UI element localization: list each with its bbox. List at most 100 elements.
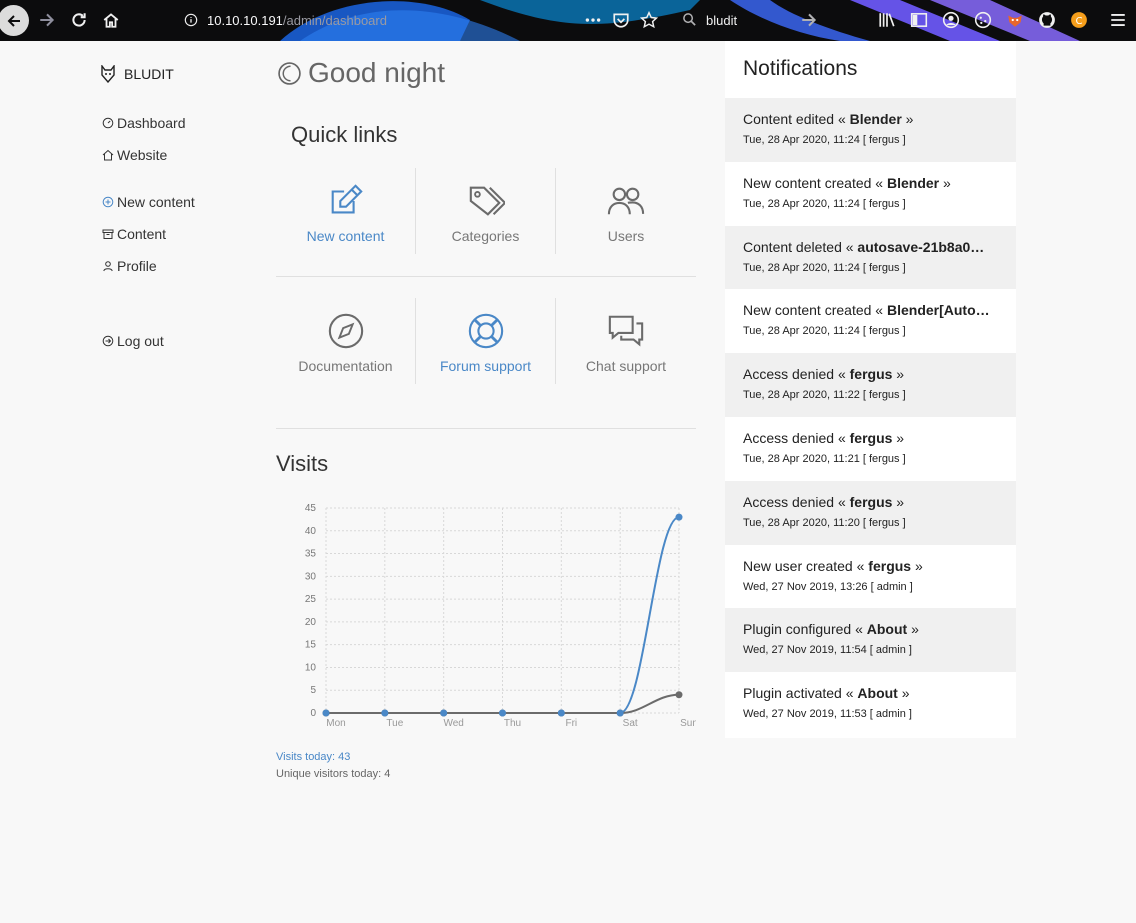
logout-icon [102, 335, 114, 347]
notification-meta: Tue, 28 Apr 2020, 11:22 [ fergus ] [743, 389, 906, 402]
library-icon [879, 13, 895, 27]
notification-suffix: » [901, 111, 914, 127]
search-icon [683, 13, 696, 26]
arrow-left-icon [7, 14, 20, 27]
notification-item: Content deleted « autosave-21b8a0… Tue, 2… [725, 225, 1016, 290]
github-icon [1039, 12, 1055, 28]
sidebar-icon [910, 13, 928, 27]
arrow-right-icon [802, 13, 817, 27]
notification-item: Plugin configured « About » Wed, 27 Nov 2… [725, 608, 1016, 673]
notification-text: Access denied « fergus » [743, 494, 998, 510]
notification-meta: Wed, 27 Nov 2019, 13:26 [ admin ] [743, 580, 913, 593]
notification-suffix: » [939, 174, 951, 191]
info-icon [184, 13, 198, 27]
chat-icon [608, 315, 644, 347]
unique-visitors-today: Unique visitors today: 4 [276, 768, 391, 780]
sidebar-item-label: Log out [117, 333, 164, 349]
star-icon [640, 11, 658, 29]
quick-link-label: Forum support [439, 358, 532, 374]
notification-prefix: New content created « [743, 302, 887, 319]
notifications-list: Content edited « Blender » Tue, 28 Apr 20… [725, 98, 1016, 736]
sidebar-item-label: Content [117, 226, 167, 242]
y-tick-label: 0 [310, 708, 316, 719]
library-button[interactable] [875, 8, 899, 32]
visits-chart: 0 5 10 15 20 25 30 35 40 45 Mon Tue Wed Thu Fri Sat Sun [305, 503, 696, 729]
quick-link-categories[interactable]: Categories [416, 168, 556, 254]
notification-prefix: Plugin configured « [743, 621, 867, 638]
forward-button[interactable] [35, 8, 59, 32]
brand[interactable]: BLUDIT [100, 65, 174, 83]
life-ring-icon [468, 313, 503, 349]
cookie-extension-button[interactable] [971, 8, 995, 32]
sidebar-item-logout[interactable]: Log out [102, 333, 164, 349]
notification-item: New user created « fergus » Wed, 27 Nov 2… [725, 545, 1016, 609]
sidebar-toggle-button[interactable] [907, 8, 931, 32]
notification-text: New content created « Blender » [743, 175, 998, 191]
search-go-button[interactable] [797, 8, 821, 32]
notification-text: Plugin activated « About » [743, 685, 998, 701]
notification-text: Content edited « Blender » [743, 111, 998, 127]
user-icon [103, 261, 113, 272]
notification-item: New content created « Blender » Tue, 28 A… [725, 162, 1016, 226]
notification-text: Access denied « fergus » [743, 430, 998, 446]
page-actions-button[interactable] [581, 8, 605, 32]
home-icon [102, 149, 114, 161]
x-tick-label: Tue [386, 718, 403, 729]
menu-button[interactable] [1106, 8, 1130, 32]
visits-today: Visits today: 43 [276, 751, 351, 763]
notification-suffix: » [911, 557, 923, 574]
quick-link-label: Documentation [298, 358, 393, 374]
visits-title: Visits [276, 451, 329, 476]
sidebar-item-label: Profile [117, 258, 157, 274]
data-point [675, 513, 683, 521]
notification-prefix: New content created « [743, 174, 887, 191]
x-tick-label: Mon [326, 718, 345, 729]
sidebar-item-content[interactable]: Content [102, 226, 166, 242]
sidebar-item-website[interactable]: Website [102, 147, 167, 163]
sidebar-item-new-content[interactable]: New content [102, 194, 195, 210]
svg-text:C: C [1075, 16, 1082, 27]
browser-toolbar: 10.10.10.191/admin/dashboard bludit C [0, 0, 1136, 41]
notification-item: Access denied « fergus » Tue, 28 Apr 2020… [725, 353, 1016, 417]
notification-text: Plugin configured « About » [743, 621, 998, 637]
quick-link-chat-support[interactable]: Chat support [556, 298, 696, 384]
notification-suffix: » [892, 429, 905, 446]
notifications-panel: Notifications Content edited « Blender »… [725, 41, 1016, 738]
compass-icon [328, 313, 363, 349]
notification-item: Content edited « Blender » Tue, 28 Apr 20… [725, 98, 1016, 162]
home-button[interactable] [99, 8, 123, 32]
foxy-extension-button[interactable] [1003, 8, 1027, 32]
arrow-right-icon [40, 13, 55, 27]
pocket-button[interactable] [609, 8, 633, 32]
notification-prefix: Access denied « [743, 493, 850, 510]
quick-link-new-content[interactable]: New content [276, 168, 416, 254]
quick-links-row: Documentation Forum support Chat support [276, 298, 696, 384]
greeting: Good night [277, 57, 445, 89]
account-button[interactable] [939, 8, 963, 32]
fox-icon [1008, 15, 1022, 27]
notification-suffix: » [907, 621, 919, 638]
quick-link-users[interactable]: Users [556, 168, 696, 254]
bookmark-button[interactable] [637, 8, 661, 32]
sidebar-item-label: Website [117, 147, 168, 163]
notification-suffix: » [897, 685, 910, 702]
cookie-editor-extension-button[interactable]: C [1067, 8, 1091, 32]
notification-meta: Wed, 27 Nov 2019, 11:53 [ admin ] [743, 708, 912, 721]
data-point [499, 709, 506, 717]
x-tick-label: Sun [680, 718, 696, 729]
notification-subject: About [857, 685, 898, 702]
quick-link-documentation[interactable]: Documentation [276, 298, 416, 384]
notification-item: New content created « Blender[Auto… Tue, … [725, 289, 1016, 353]
sidebar-item-label: Dashboard [117, 115, 186, 131]
sidebar-item-profile[interactable]: Profile [102, 258, 157, 274]
quick-link-label: Categories [451, 228, 520, 244]
notification-item: Plugin activated « About » Wed, 27 Nov 20… [725, 672, 1016, 736]
sidebar-item-dashboard[interactable]: Dashboard [102, 115, 186, 131]
users-icon [607, 187, 645, 215]
divider [276, 276, 696, 277]
search-input[interactable]: bludit [706, 13, 737, 28]
github-extension-button[interactable] [1035, 8, 1059, 32]
data-point [381, 709, 389, 717]
reload-button[interactable] [67, 8, 91, 32]
quick-link-forum-support[interactable]: Forum support [416, 298, 556, 384]
